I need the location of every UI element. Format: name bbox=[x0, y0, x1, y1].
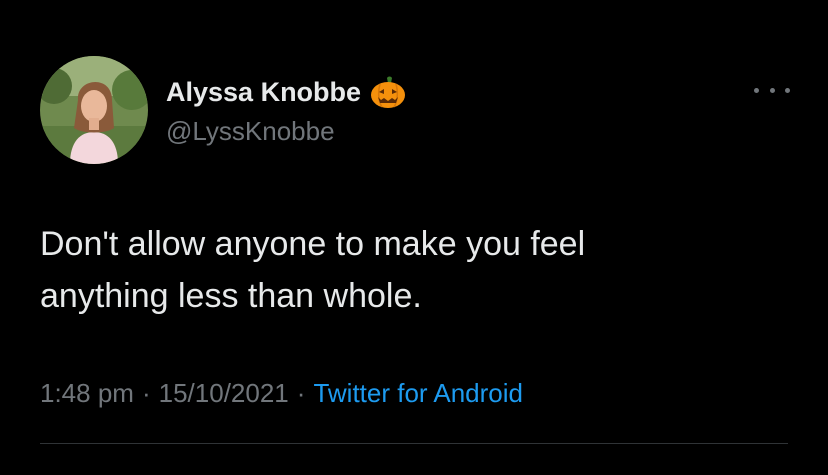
divider bbox=[40, 443, 788, 444]
more-options-icon[interactable] bbox=[754, 78, 790, 102]
tweet-text: Don't allow anyone to make you feel anyt… bbox=[40, 225, 586, 315]
more-dot bbox=[785, 87, 790, 93]
display-name[interactable]: Alyssa Knobbe bbox=[166, 77, 361, 108]
more-dot bbox=[769, 87, 775, 93]
tweet-metadata: 1:48 pm · 15/10/2021 · Twitter for Andro… bbox=[40, 378, 523, 409]
avatar[interactable] bbox=[40, 56, 148, 164]
separator: · bbox=[296, 378, 306, 408]
jack-o-lantern-icon bbox=[371, 76, 406, 108]
separator: · bbox=[141, 378, 151, 408]
author-handle[interactable]: @LyssKnobbe bbox=[166, 116, 335, 147]
tweet-date[interactable]: 15/10/2021 bbox=[159, 378, 289, 409]
tweet-source-link[interactable]: Twitter for Android bbox=[313, 378, 523, 409]
author-name-row: Alyssa Knobbe bbox=[166, 74, 406, 110]
tweet-time[interactable]: 1:48 pm bbox=[40, 378, 134, 409]
tweet-card: Alyssa Knobbe @LyssKnobbe Don't allow an… bbox=[0, 0, 828, 475]
avatar-photo bbox=[40, 56, 148, 164]
more-dot bbox=[754, 87, 759, 93]
